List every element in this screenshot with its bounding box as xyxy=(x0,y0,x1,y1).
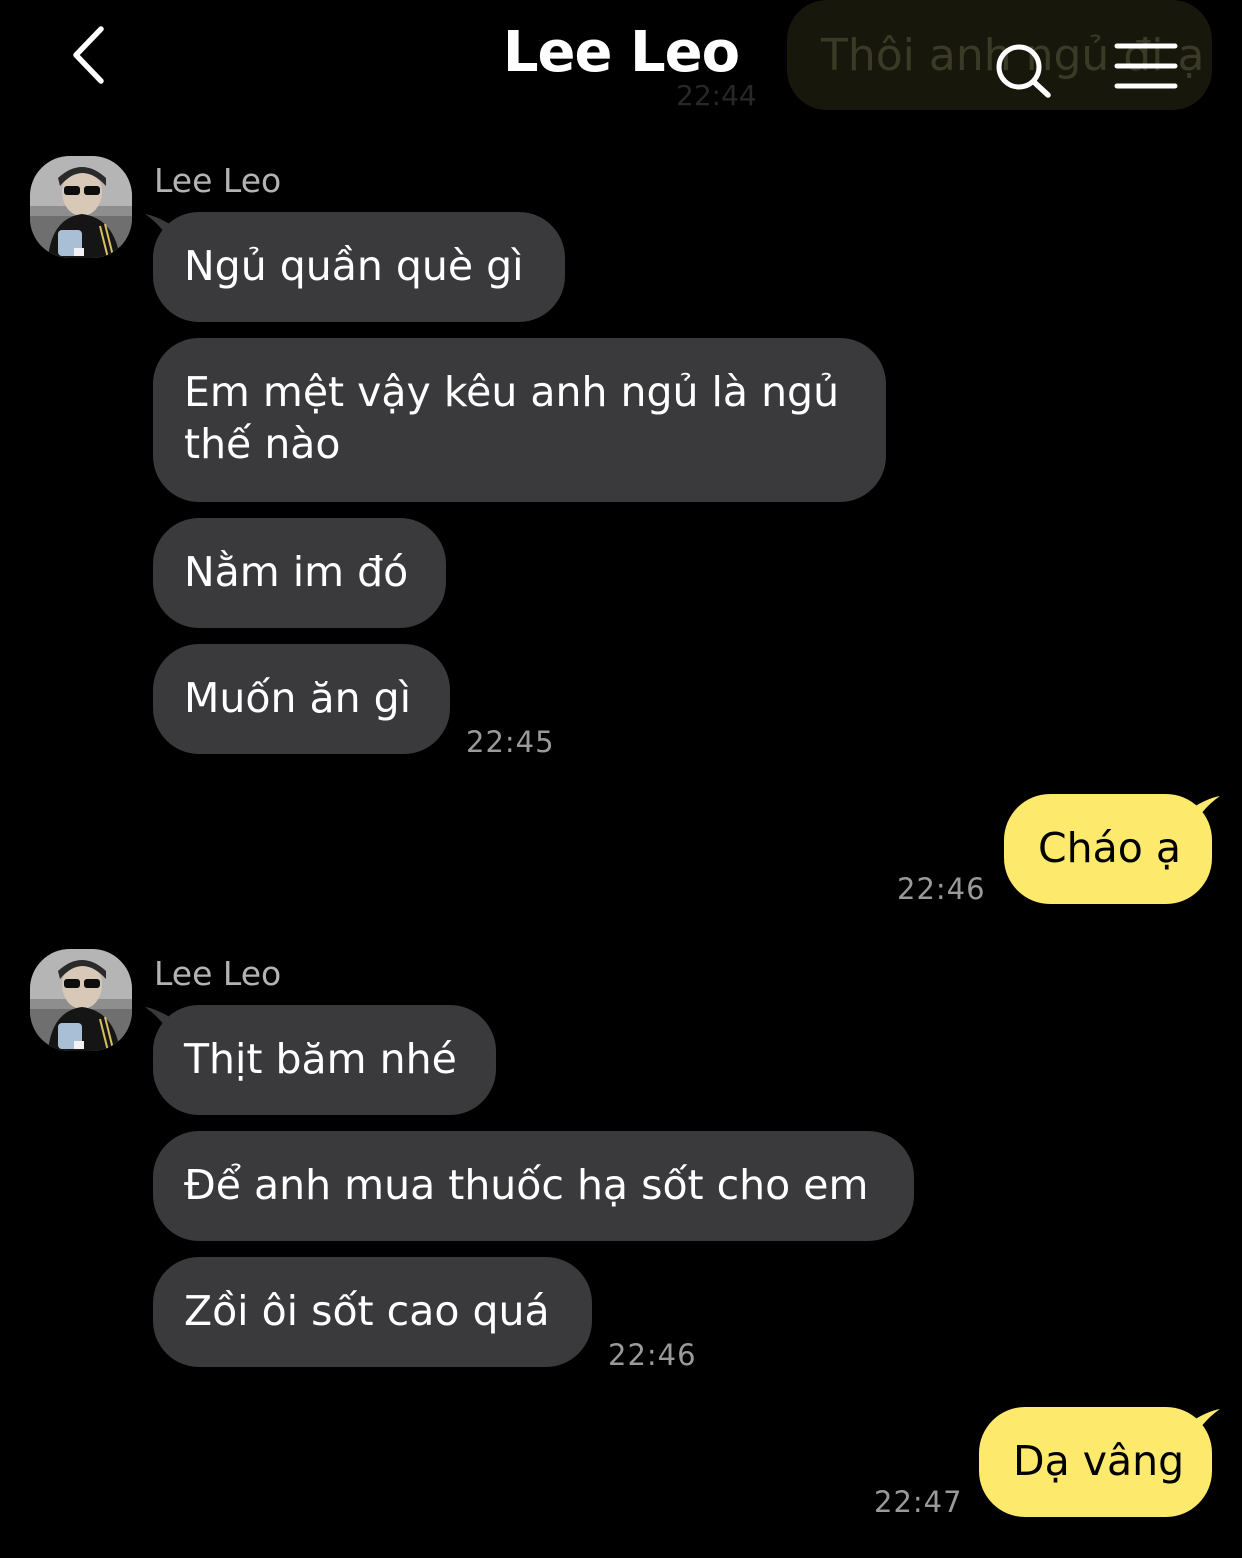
sender-name: Lee Leo xyxy=(154,954,282,993)
message-timestamp: 22:46 xyxy=(897,872,986,906)
sender-avatar[interactable] xyxy=(30,156,132,258)
message-text: Ngủ quần què gì xyxy=(184,242,524,290)
message-bubble[interactable]: Nằm im đó xyxy=(153,518,446,628)
message-text: Cháo ạ xyxy=(1038,824,1181,872)
message-text: Dạ vâng xyxy=(1013,1437,1185,1485)
message-text: Muốn ăn gì xyxy=(184,674,412,722)
message-text: Nằm im đó xyxy=(184,548,409,596)
message-text: Thịt băm nhé xyxy=(184,1035,457,1083)
message-bubble[interactable]: Thịt băm nhé xyxy=(153,1005,496,1115)
sender-name: Lee Leo xyxy=(154,161,282,200)
sender-avatar[interactable] xyxy=(30,949,132,1051)
message-text: Zồi ôi sốt cao quá xyxy=(184,1287,550,1335)
my-message-bubble[interactable]: Cháo ạ xyxy=(1004,794,1212,904)
message-bubble[interactable]: Muốn ăn gì xyxy=(153,644,450,754)
message-timestamp: 22:47 xyxy=(874,1485,963,1519)
message-bubble[interactable]: Để anh mua thuốc hạ sốt cho em xyxy=(153,1131,914,1241)
message-bubble[interactable]: Em mệt vậy kêu anh ngủ là ngủ thế nào xyxy=(153,338,886,502)
message-text: Để anh mua thuốc hạ sốt cho em xyxy=(184,1161,869,1209)
message-text: thế nào xyxy=(184,420,341,468)
avatar-photo xyxy=(30,156,132,258)
message-bubble[interactable]: Ngủ quần què gì xyxy=(153,212,565,322)
message-bubble[interactable]: Zồi ôi sốt cao quá xyxy=(153,1257,592,1367)
avatar-photo xyxy=(30,949,132,1051)
back-button[interactable] xyxy=(58,22,118,88)
message-timestamp: 22:46 xyxy=(608,1338,697,1372)
message-timestamp: 22:45 xyxy=(466,725,555,759)
my-message-bubble[interactable]: Dạ vâng xyxy=(979,1407,1212,1517)
chevron-left-icon xyxy=(73,26,104,84)
message-text: Em mệt vậy kêu anh ngủ là ngủ xyxy=(184,368,840,416)
chat-title: Lee Leo xyxy=(502,20,740,85)
hamburger-menu-icon xyxy=(1114,43,1178,89)
search-icon xyxy=(996,44,1051,98)
menu-button[interactable] xyxy=(1112,38,1178,96)
search-button[interactable] xyxy=(990,38,1056,104)
